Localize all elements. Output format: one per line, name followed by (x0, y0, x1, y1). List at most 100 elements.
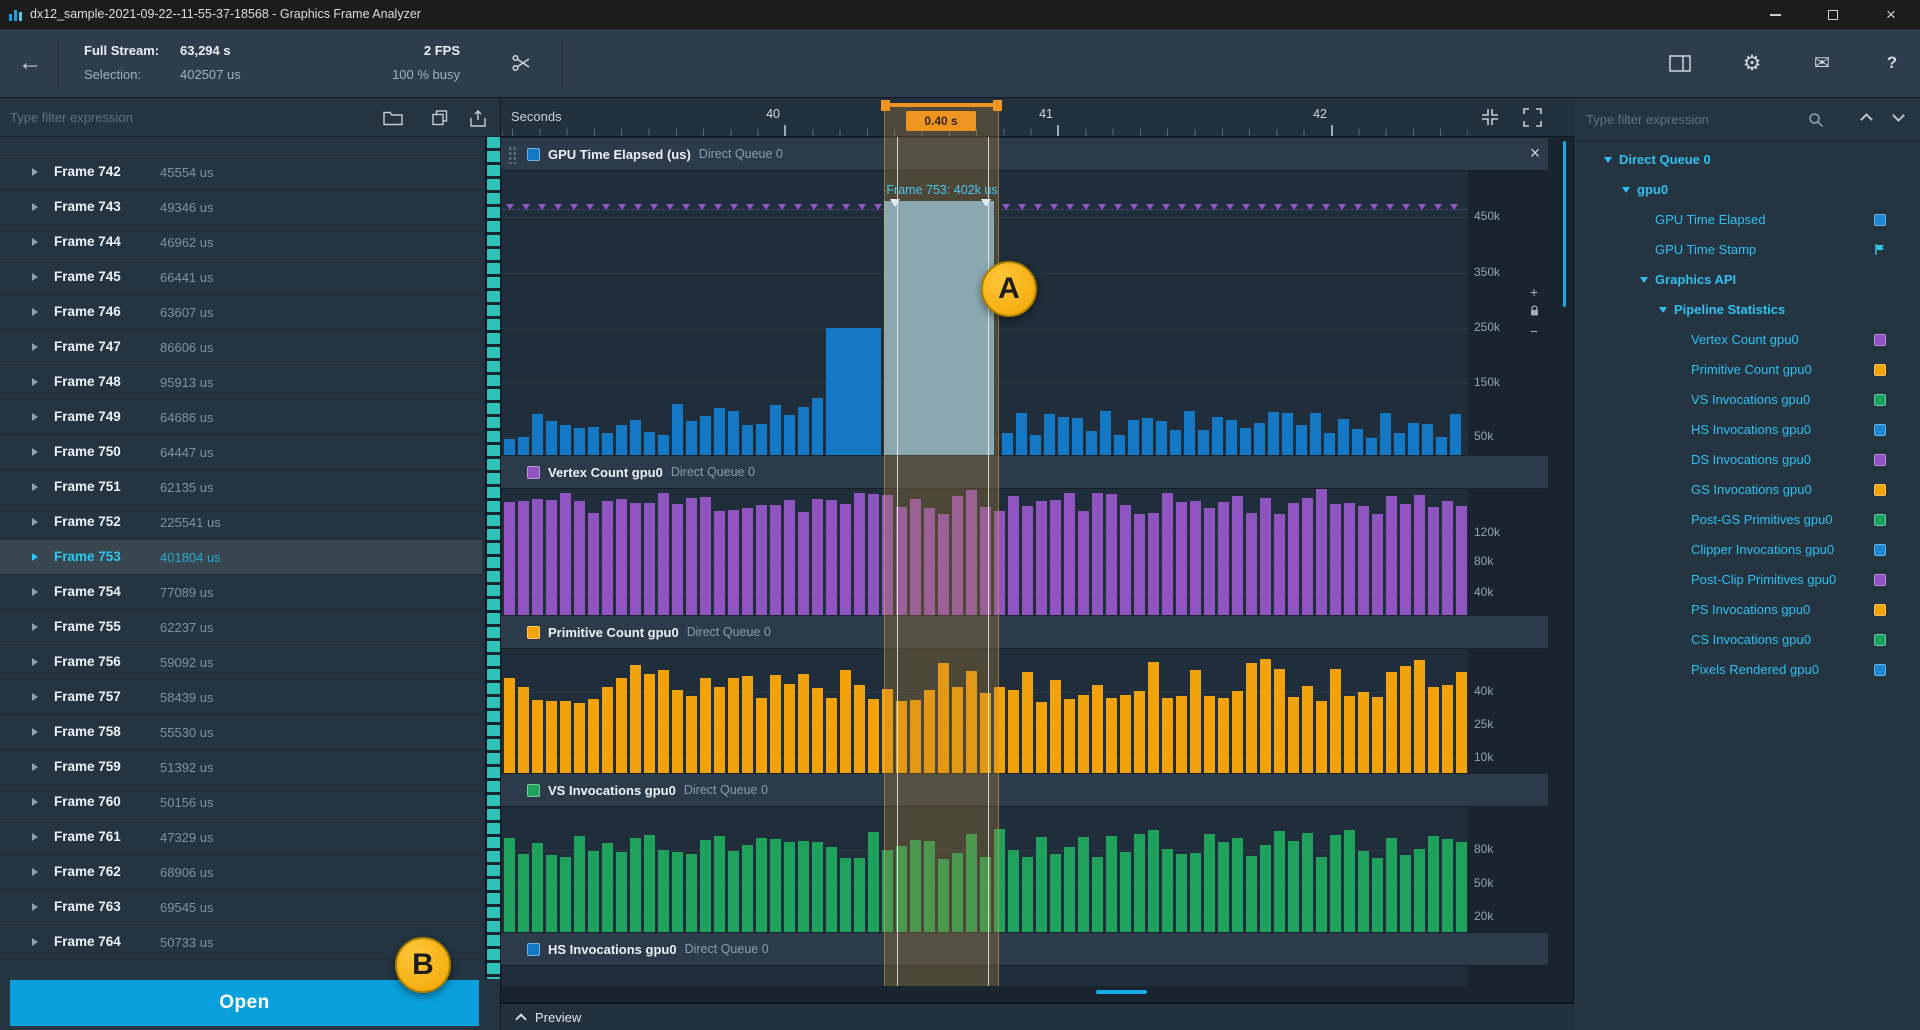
expand-caret-icon[interactable] (32, 868, 38, 876)
trim-scissors-icon[interactable] (504, 45, 540, 81)
frame-list-item[interactable]: Frame 763 69545 us (0, 890, 482, 925)
frame-list-item[interactable]: Frame 755 62237 us (0, 610, 482, 645)
close-button[interactable]: × (1862, 0, 1920, 29)
metric-tree-item[interactable]: GPU Time Elapsed (1574, 205, 1920, 235)
frame-list-item[interactable]: Frame 742 45554 us (0, 155, 482, 190)
chart-header[interactable]: Vertex Count gpu0Direct Queue 0 (501, 455, 1548, 489)
expand-caret-icon[interactable] (32, 168, 38, 176)
expand-caret-icon[interactable] (32, 378, 38, 386)
frame-list-item[interactable]: Frame 754 77089 us (0, 575, 482, 610)
metric-color-swatch[interactable] (1874, 664, 1886, 676)
gear-icon[interactable]: ⚙ (1734, 45, 1770, 81)
chart-legend-swatch[interactable] (527, 784, 540, 797)
metric-tree-item[interactable]: Primitive Count gpu0 (1574, 355, 1920, 385)
expand-all-icon[interactable] (1892, 109, 1905, 122)
frame-list-item[interactable]: Frame 753 401804 us (0, 540, 482, 575)
metric-color-swatch[interactable] (1874, 514, 1886, 526)
frame-list-item[interactable]: Frame 751 62135 us (0, 470, 482, 505)
chart-header[interactable]: HS Invocations gpu0Direct Queue 0 (501, 932, 1548, 966)
chart-header[interactable]: VS Invocations gpu0Direct Queue 0 (501, 773, 1548, 807)
close-chart-icon[interactable]: × (1525, 143, 1545, 163)
frame-list-item[interactable]: Frame 759 51392 us (0, 750, 482, 785)
metric-tree-item[interactable]: Pipeline Statistics (1574, 295, 1920, 325)
frame-list-item[interactable]: Frame 749 64686 us (0, 400, 482, 435)
collapse-all-icon[interactable] (1860, 113, 1873, 126)
layout-panels-icon[interactable] (1662, 45, 1698, 81)
metric-tree-item[interactable]: gpu0 (1574, 175, 1920, 205)
open-stream-folder-icon[interactable] (381, 107, 405, 129)
frame-list-item[interactable]: Frame 760 50156 us (0, 785, 482, 820)
expand-caret-icon[interactable] (32, 798, 38, 806)
frame-list-item[interactable]: Frame 761 47329 us (0, 820, 482, 855)
metric-color-swatch[interactable] (1874, 334, 1886, 346)
expand-caret-icon[interactable] (32, 658, 38, 666)
tree-caret-icon[interactable] (1604, 157, 1612, 163)
metric-tree-item[interactable]: Vertex Count gpu0 (1574, 325, 1920, 355)
frame-753-selected-bar[interactable] (884, 201, 994, 455)
expand-caret-icon[interactable] (32, 693, 38, 701)
fullscreen-icon[interactable] (1520, 105, 1544, 129)
frame-list-item[interactable]: Frame 758 55530 us (0, 715, 482, 750)
chart-header[interactable]: Primitive Count gpu0Direct Queue 0 (501, 615, 1548, 649)
expand-caret-icon[interactable] (32, 938, 38, 946)
metric-tree-item[interactable]: Direct Queue 0 (1574, 145, 1920, 175)
metric-tree-item[interactable]: Clipper Invocations gpu0 (1574, 535, 1920, 565)
expand-caret-icon[interactable] (32, 763, 38, 771)
metric-color-swatch[interactable] (1874, 214, 1886, 226)
metric-filter-input[interactable] (1586, 106, 1798, 132)
timeline-ruler[interactable]: Seconds 404142 (501, 98, 1574, 137)
frame-list-item[interactable]: Frame 744 46962 us (0, 225, 482, 260)
frame-list-item[interactable]: Frame 762 68906 us (0, 855, 482, 890)
drag-grip-icon[interactable] (508, 146, 517, 164)
frame-list-item[interactable]: Frame 748 95913 us (0, 365, 482, 400)
maximize-button[interactable] (1804, 0, 1862, 29)
frame-list-item[interactable]: Frame 746 63607 us (0, 295, 482, 330)
tree-caret-icon[interactable] (1640, 277, 1648, 283)
metric-tree-item[interactable]: GPU Time Stamp (1574, 235, 1920, 265)
expand-caret-icon[interactable] (32, 308, 38, 316)
frame-list-item[interactable]: Frame 745 66441 us (0, 260, 482, 295)
frame-thumbnail-strip[interactable] (485, 137, 500, 979)
tree-caret-icon[interactable] (1622, 187, 1630, 193)
chart-plot[interactable] (502, 966, 1468, 986)
minimize-button[interactable] (1746, 0, 1804, 29)
tree-caret-icon[interactable] (1659, 307, 1667, 313)
expand-caret-icon[interactable] (32, 623, 38, 631)
chart-legend-swatch[interactable] (527, 466, 540, 479)
expand-caret-icon[interactable] (32, 728, 38, 736)
vertical-scrollbar-thumb[interactable] (1563, 141, 1566, 307)
chart-legend-swatch[interactable] (527, 148, 540, 161)
back-button[interactable]: ← (12, 45, 48, 81)
expand-caret-icon[interactable] (32, 483, 38, 491)
fit-to-view-icon[interactable] (1478, 105, 1502, 129)
expand-caret-icon[interactable] (32, 903, 38, 911)
chart-plot[interactable] (502, 489, 1468, 615)
expand-caret-icon[interactable] (32, 273, 38, 281)
frame-list-item[interactable]: Frame 757 58439 us (0, 680, 482, 715)
selection-handle-bar[interactable] (884, 103, 999, 107)
chart-plot[interactable]: Frame 753: 402k us (502, 171, 1468, 455)
expand-caret-icon[interactable] (32, 343, 38, 351)
metric-color-swatch[interactable] (1874, 604, 1886, 616)
expand-caret-icon[interactable] (32, 553, 38, 561)
metric-tree-item[interactable]: Post-Clip Primitives gpu0 (1574, 565, 1920, 595)
frame-list-item[interactable]: Frame 743 49346 us (0, 190, 482, 225)
frame-list-item[interactable]: Frame 750 64447 us (0, 435, 482, 470)
frame-list-item[interactable]: Frame 756 59092 us (0, 645, 482, 680)
metric-tree-item[interactable]: HS Invocations gpu0 (1574, 415, 1920, 445)
metric-tree-item[interactable]: PS Invocations gpu0 (1574, 595, 1920, 625)
expand-caret-icon[interactable] (32, 448, 38, 456)
selection-handle-right[interactable] (993, 100, 1002, 111)
horizontal-scrollbar-thumb[interactable] (1096, 990, 1147, 994)
zoom-out-button[interactable]: − (1525, 322, 1543, 340)
chart-plot[interactable] (502, 807, 1468, 932)
metric-color-swatch[interactable] (1874, 634, 1886, 646)
metric-color-swatch[interactable] (1874, 364, 1886, 376)
chart-plot[interactable] (502, 649, 1468, 773)
metric-tree-item[interactable]: CS Invocations gpu0 (1574, 625, 1920, 655)
expand-caret-icon[interactable] (32, 518, 38, 526)
zoom-in-button[interactable]: + (1525, 283, 1543, 301)
expand-caret-icon[interactable] (32, 588, 38, 596)
export-icon[interactable] (466, 107, 490, 129)
chart-legend-swatch[interactable] (527, 943, 540, 956)
